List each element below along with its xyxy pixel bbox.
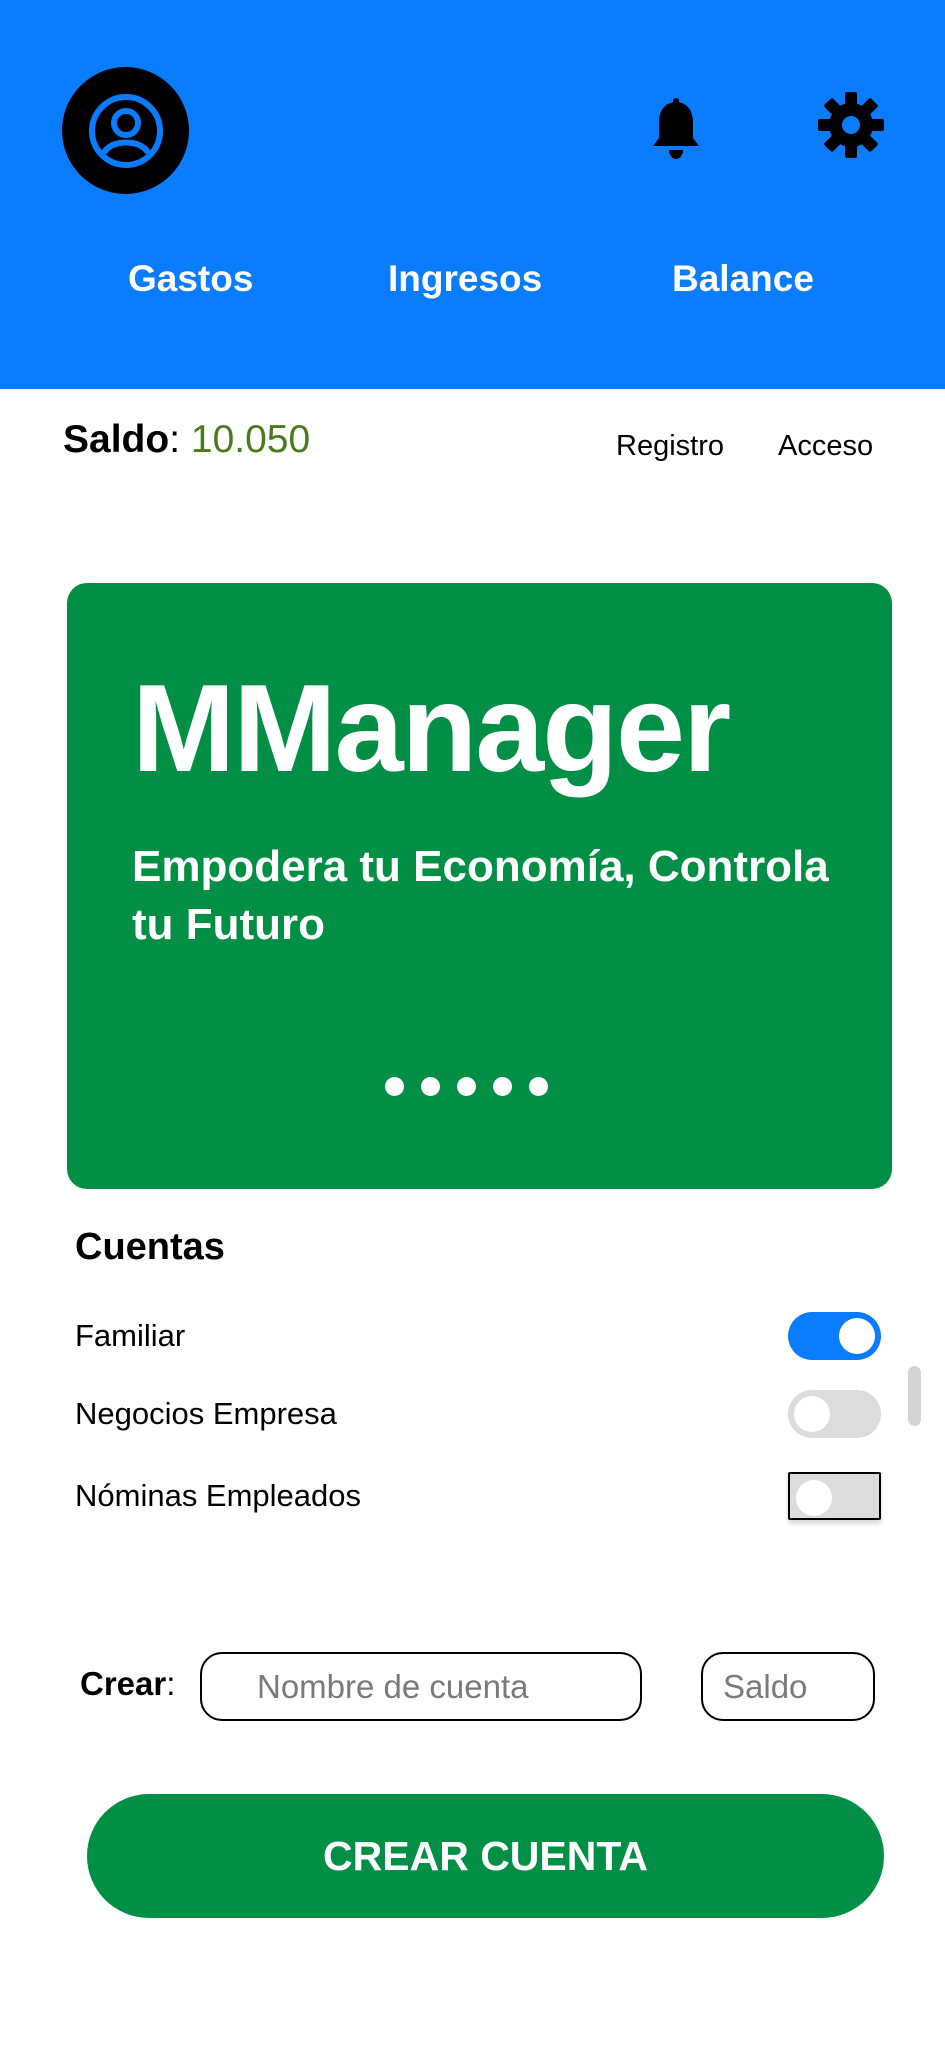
account-name-input[interactable] <box>200 1652 642 1721</box>
create-label-text: Crear <box>80 1665 167 1702</box>
toggle-nominas[interactable] <box>788 1472 881 1520</box>
toggle-knob <box>839 1318 875 1354</box>
create-account-button[interactable]: CREAR CUENTA <box>87 1794 884 1918</box>
accounts-section-title: Cuentas <box>75 1226 225 1268</box>
balance-display: Saldo: 10.050 <box>63 418 310 462</box>
account-balance-input[interactable] <box>701 1652 875 1721</box>
toggle-negocios[interactable] <box>788 1390 881 1438</box>
tab-gastos[interactable]: Gastos <box>128 258 253 300</box>
toggle-knob <box>796 1480 832 1516</box>
hero-subtitle: Empodera tu Economía, Controla tu Futuro <box>132 842 829 949</box>
bell-icon[interactable] <box>650 98 702 162</box>
carousel-dot[interactable] <box>529 1077 548 1096</box>
gear-icon[interactable] <box>816 90 886 160</box>
tab-balance[interactable]: Balance <box>672 258 814 300</box>
toggle-knob <box>794 1396 830 1432</box>
register-link[interactable]: Registro <box>616 430 724 463</box>
create-label: Crear: <box>80 1665 175 1703</box>
toggle-familiar[interactable] <box>788 1312 881 1360</box>
create-label-separator: : <box>166 1665 176 1702</box>
user-avatar-button[interactable] <box>62 67 189 194</box>
carousel-dots <box>385 1077 548 1096</box>
carousel-dot[interactable] <box>421 1077 440 1096</box>
user-circle-icon <box>88 93 163 168</box>
hero-title: MManager <box>132 660 731 798</box>
carousel-dot[interactable] <box>493 1077 512 1096</box>
balance-value: 10.050 <box>190 418 311 461</box>
account-label-negocios: Negocios Empresa <box>75 1396 337 1431</box>
account-label-nominas: Nóminas Empleados <box>75 1478 362 1513</box>
carousel-dot[interactable] <box>385 1077 404 1096</box>
hero-banner: MManager Empodera tu Economía, Controla … <box>67 583 892 1189</box>
carousel-dot[interactable] <box>457 1077 476 1096</box>
login-link[interactable]: Acceso <box>778 430 873 463</box>
scrollbar-thumb[interactable] <box>908 1366 921 1426</box>
balance-separator: : <box>169 418 181 461</box>
balance-label: Saldo <box>63 418 170 461</box>
tab-ingresos[interactable]: Ingresos <box>388 258 542 300</box>
account-label-familiar: Familiar <box>75 1318 186 1353</box>
app-header: Gastos Ingresos Balance <box>0 0 945 389</box>
